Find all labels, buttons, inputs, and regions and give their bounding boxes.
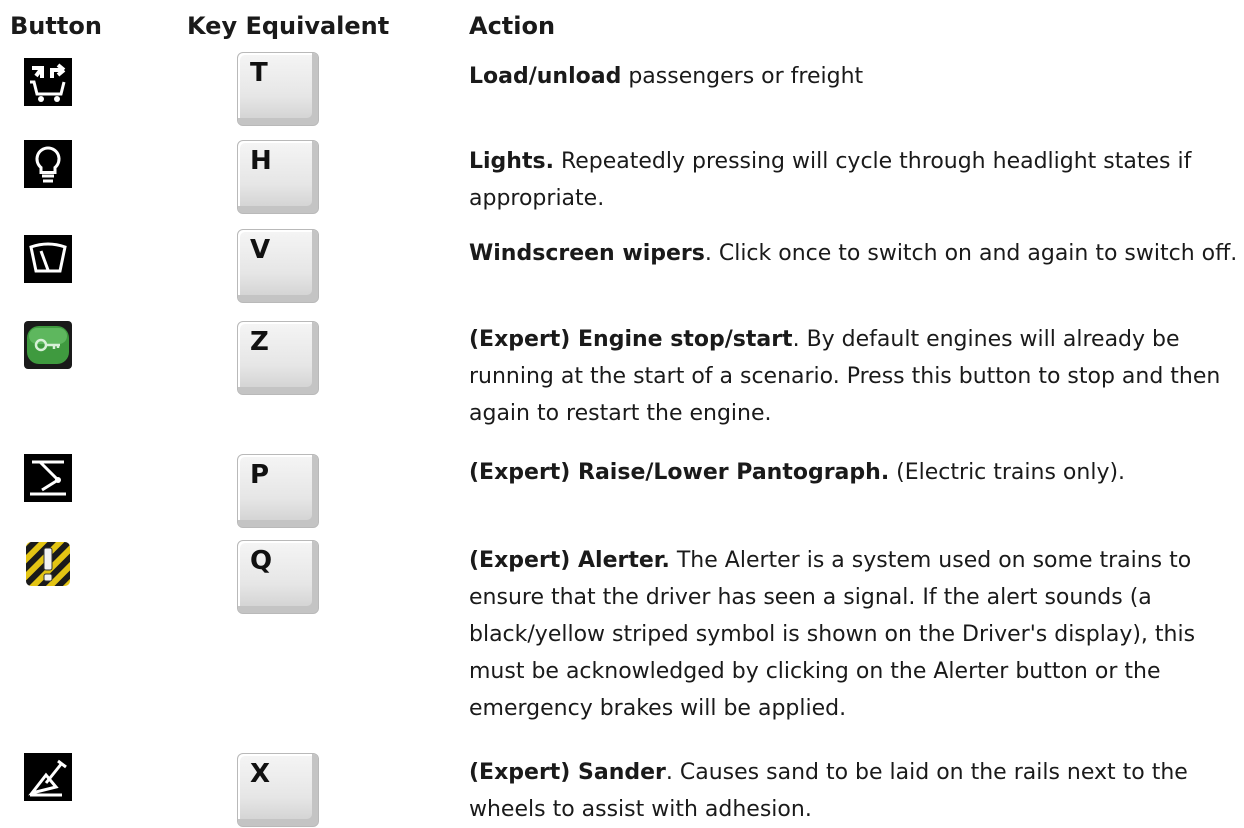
action-text: Windscreen wipers. Click once to switch … — [469, 241, 1238, 266]
action-text: (Expert) Engine stop/start. By default e… — [469, 327, 1221, 426]
key-q: Q — [237, 540, 319, 614]
lightbulb-icon[interactable] — [24, 140, 72, 188]
key-z: Z — [237, 321, 319, 395]
wiper-icon[interactable] — [24, 235, 72, 283]
action-text: (Expert) Raise/Lower Pantograph. (Electr… — [469, 460, 1126, 485]
action-text: (Expert) Alerter. The Alerter is a syste… — [469, 548, 1196, 721]
load-unload-icon[interactable] — [24, 58, 72, 106]
engine-key-icon[interactable] — [24, 321, 72, 369]
column-header-action: Action — [469, 12, 556, 40]
key-x: X — [237, 753, 319, 827]
action-text: Lights. Repeatedly pressing will cycle t… — [469, 149, 1192, 211]
action-text: Load/unload passengers or freight — [469, 64, 864, 89]
key-t: T — [237, 52, 319, 126]
column-header-key: Key Equivalent — [187, 12, 390, 40]
key-v: V — [237, 229, 319, 303]
pantograph-icon[interactable] — [24, 454, 72, 502]
key-h: H — [237, 140, 319, 214]
sander-icon[interactable] — [24, 753, 72, 801]
action-text: (Expert) Sander. Causes sand to be laid … — [469, 760, 1188, 822]
column-header-button: Button — [10, 12, 102, 40]
key-p: P — [237, 454, 319, 528]
alerter-icon[interactable] — [24, 540, 72, 588]
